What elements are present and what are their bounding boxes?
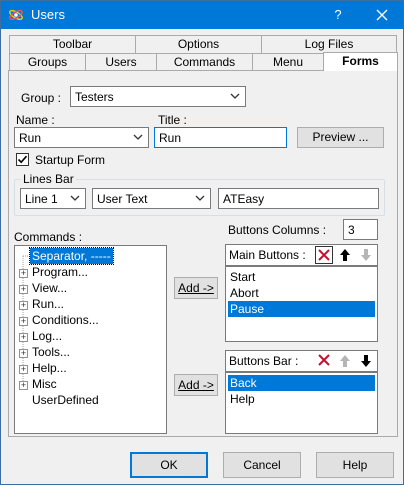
expand-icon[interactable]: + xyxy=(19,333,28,342)
lines-bar-label: Lines Bar xyxy=(21,172,76,186)
tree-item-label: Separator, ----- xyxy=(29,247,114,265)
arrow-down-icon xyxy=(361,249,371,261)
move-down-bar-button[interactable] xyxy=(357,352,375,370)
tab-forms[interactable]: Forms xyxy=(323,52,398,71)
expand-icon[interactable]: + xyxy=(19,285,28,294)
tree-item-misc[interactable]: Misc xyxy=(32,376,57,392)
main-button-item[interactable]: Start xyxy=(228,269,375,285)
main-button-item[interactable]: Pause xyxy=(228,301,375,317)
tree-item-program[interactable]: Program... xyxy=(32,264,88,280)
startup-form-label: Startup Form xyxy=(35,153,106,167)
commands-label: Commands : xyxy=(14,230,83,244)
add-bar-label: Add -> xyxy=(178,378,214,392)
tree-item-separator[interactable]: Separator, ----- xyxy=(29,247,114,265)
commands-tree[interactable]: Separator, ----- + Program... + View... … xyxy=(14,245,167,434)
delete-bar-button[interactable] xyxy=(315,352,333,370)
buttons-bar-list[interactable]: Back Help xyxy=(225,372,378,434)
delete-main-button[interactable] xyxy=(315,246,333,264)
buttons-bar-header: Buttons Bar : xyxy=(225,350,378,372)
bar-button-item[interactable]: Help xyxy=(228,391,375,407)
tree-item-help[interactable]: Help... xyxy=(32,360,67,376)
title-label: Title : xyxy=(158,113,187,127)
title-bar: Users ? xyxy=(1,1,403,29)
tab-groups[interactable]: Groups xyxy=(9,53,86,71)
group-combo-value: Testers xyxy=(75,90,114,104)
tree-item-run[interactable]: Run... xyxy=(32,296,64,312)
line-text-input[interactable]: ATEasy xyxy=(218,188,379,209)
arrow-up-icon xyxy=(340,249,350,261)
close-icon xyxy=(376,9,388,21)
group-combo[interactable]: Testers xyxy=(70,86,246,107)
name-label: Name : xyxy=(16,113,55,127)
tree-item-log[interactable]: Log... xyxy=(32,328,62,344)
main-buttons-list[interactable]: Start Abort Pause xyxy=(225,266,378,342)
arrow-up-icon xyxy=(340,355,350,367)
move-up-bar-button[interactable] xyxy=(336,352,354,370)
cancel-button[interactable]: Cancel xyxy=(223,452,301,478)
name-combo[interactable]: Run xyxy=(14,127,149,148)
expand-icon[interactable]: + xyxy=(19,301,28,310)
tree-item-conditions[interactable]: Conditions... xyxy=(32,312,99,328)
buttons-columns-input[interactable]: 3 xyxy=(343,219,378,240)
preview-button[interactable]: Preview ... xyxy=(297,127,384,148)
help-button[interactable]: Help xyxy=(316,452,394,478)
buttons-bar-label: Buttons Bar : xyxy=(229,354,299,368)
main-button-item[interactable]: Abort xyxy=(228,285,375,301)
window-title: Users xyxy=(31,7,65,22)
chevron-down-icon xyxy=(133,134,143,140)
check-icon xyxy=(17,155,28,164)
line-type-value: User Text xyxy=(97,192,148,206)
expand-icon[interactable]: + xyxy=(19,269,28,278)
buttons-columns-value: 3 xyxy=(348,223,355,237)
ok-button[interactable]: OK xyxy=(130,452,208,478)
chevron-down-icon xyxy=(230,93,240,99)
close-button[interactable] xyxy=(363,1,401,29)
tab-log-files[interactable]: Log Files xyxy=(261,35,397,53)
main-buttons-header: Main Buttons : xyxy=(225,244,378,266)
users-dialog: Users ? Toolbar Options Log Files Groups… xyxy=(0,0,404,485)
expand-icon[interactable]: + xyxy=(19,381,28,390)
atom-icon xyxy=(9,9,23,21)
tree-item-tools[interactable]: Tools... xyxy=(32,344,70,360)
chevron-down-icon xyxy=(195,195,205,201)
name-combo-value: Run xyxy=(19,131,42,145)
tab-commands[interactable]: Commands xyxy=(156,53,253,71)
delete-x-icon xyxy=(318,354,330,366)
title-input[interactable]: Run xyxy=(154,127,287,148)
tab-options[interactable]: Options xyxy=(135,35,262,53)
group-label: Group : xyxy=(21,91,62,105)
line-type-combo[interactable]: User Text xyxy=(92,188,211,209)
buttons-columns-label: Buttons Columns : xyxy=(228,223,327,237)
title-help-button[interactable]: ? xyxy=(321,1,355,29)
chevron-down-icon xyxy=(70,195,80,201)
add-to-buttons-bar-button[interactable]: Add -> xyxy=(174,374,218,396)
tab-users[interactable]: Users xyxy=(85,53,157,71)
move-down-main-button[interactable] xyxy=(357,246,375,264)
add-to-main-buttons-button[interactable]: Add -> xyxy=(174,277,218,299)
line-text-value: ATEasy xyxy=(223,192,265,206)
expand-icon[interactable]: + xyxy=(19,317,28,326)
tab-menu[interactable]: Menu xyxy=(252,53,324,71)
move-up-main-button[interactable] xyxy=(336,246,354,264)
tree-item-view[interactable]: View... xyxy=(32,280,67,296)
title-input-value: Run xyxy=(159,131,182,145)
startup-form-checkbox[interactable] xyxy=(16,153,29,166)
bar-button-item[interactable]: Back xyxy=(228,375,375,391)
tab-toolbar[interactable]: Toolbar xyxy=(9,35,136,53)
delete-x-icon xyxy=(318,249,330,261)
arrow-down-icon xyxy=(361,355,371,367)
expand-icon[interactable]: + xyxy=(19,349,28,358)
expand-icon[interactable]: + xyxy=(19,365,28,374)
main-buttons-label: Main Buttons : xyxy=(229,248,306,262)
tree-item-userdefined[interactable]: UserDefined xyxy=(32,392,99,408)
add-main-label: Add -> xyxy=(178,281,214,295)
line-number-value: Line 1 xyxy=(25,192,58,206)
line-number-combo[interactable]: Line 1 xyxy=(20,188,86,209)
